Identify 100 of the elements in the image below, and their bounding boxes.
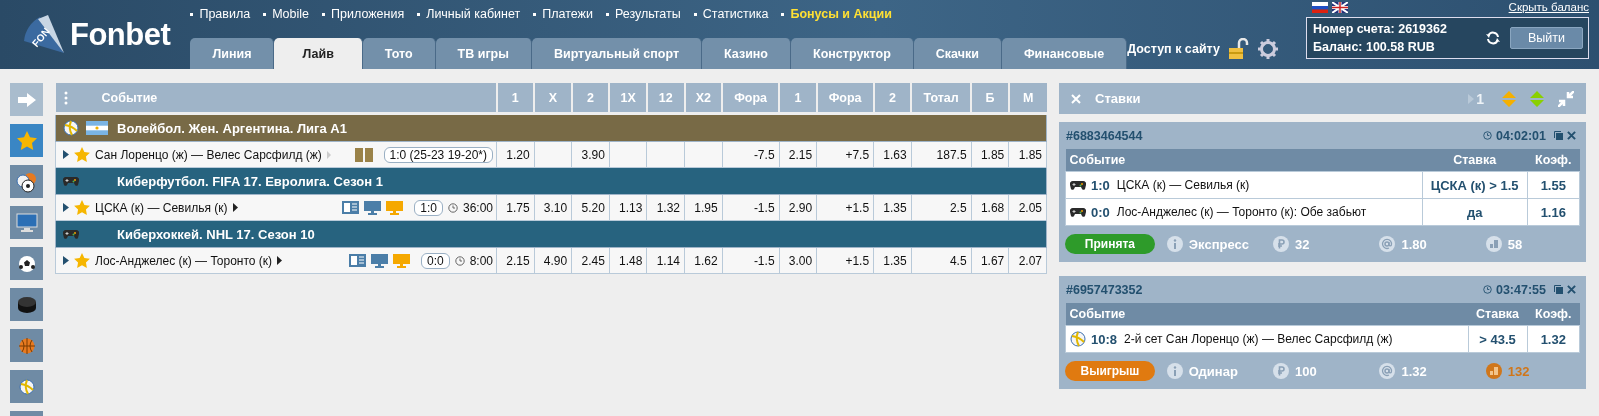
event-name[interactable]: Сан Лоренцо (ж) — Велес Сарсфилд (ж) bbox=[95, 147, 322, 162]
copy-icon[interactable] bbox=[1554, 285, 1563, 294]
score-badge: 1:0 (25-23 19-20*) bbox=[383, 146, 493, 163]
nav-link[interactable]: Правила bbox=[190, 7, 251, 21]
status-badge: Принята bbox=[1065, 234, 1155, 254]
refresh-icon[interactable] bbox=[1486, 31, 1500, 45]
bet-stake: > 43.5 bbox=[1479, 331, 1516, 347]
bet-time: 03:47:55 bbox=[1495, 282, 1546, 297]
live-score: 1:0 bbox=[1091, 177, 1110, 193]
stats-icon[interactable] bbox=[354, 147, 373, 162]
column-header: 12 bbox=[646, 83, 685, 114]
live-score: 10:8 bbox=[1091, 331, 1118, 347]
column-header: Фора bbox=[816, 83, 874, 114]
column-header: Событие bbox=[1069, 153, 1126, 167]
status-badge: Выигрыш bbox=[1065, 361, 1155, 381]
bet-event: Лос-Анджелес (к) — Торонто (к): Обе забьют bbox=[1116, 205, 1367, 219]
nav-link[interactable]: Статистика bbox=[693, 7, 769, 21]
account-number: Номер счета: 2619362 bbox=[1313, 22, 1448, 36]
bet-amount: 32 bbox=[1295, 236, 1310, 252]
clock-icon bbox=[447, 202, 458, 213]
column-header: 2 bbox=[873, 83, 912, 114]
monitor-icon[interactable] bbox=[370, 253, 388, 268]
column-header: Событие bbox=[1069, 307, 1126, 321]
nav-link[interactable]: Mobile bbox=[263, 7, 310, 21]
hide-balance-link[interactable]: Скрыть баланс bbox=[1508, 1, 1589, 13]
scoreboard-icon[interactable] bbox=[348, 254, 366, 267]
at-sign-icon bbox=[1379, 363, 1396, 379]
scoreboard-icon[interactable] bbox=[342, 201, 360, 214]
monitor-icon[interactable] bbox=[364, 200, 382, 215]
account-balance: Баланс: 100.58 RUB bbox=[1313, 40, 1436, 54]
bet-odds: 1.32 bbox=[1540, 331, 1566, 347]
logout-button[interactable]: Выйти bbox=[1510, 27, 1583, 49]
expand-icon[interactable] bbox=[63, 256, 69, 265]
monitor-icon bbox=[15, 212, 38, 233]
nav-link[interactable]: Результаты bbox=[605, 7, 681, 21]
league-header[interactable]: Киберфутбол. FIFA 17. Евролига. Сезон 1 bbox=[55, 167, 1047, 195]
bet-id: #6883464544 bbox=[1066, 128, 1143, 143]
ruble-icon bbox=[1273, 236, 1290, 252]
more-icon[interactable] bbox=[63, 90, 68, 105]
bet-event: 2-й сет Сан Лоренцо (ж) — Велес Сарсфилд (ж) bbox=[1124, 332, 1393, 346]
league-header[interactable]: Киберхоккей. NHL 17. Сезон 10 bbox=[55, 220, 1047, 248]
total-odds: 1.80 bbox=[1401, 236, 1427, 252]
clock-icon bbox=[454, 255, 465, 266]
total-odds: 1.32 bbox=[1401, 363, 1427, 379]
clock-icon bbox=[1482, 131, 1492, 140]
bet-odds: 1.55 bbox=[1540, 177, 1566, 193]
star-icon[interactable] bbox=[74, 253, 90, 268]
padlock-icon[interactable] bbox=[1228, 38, 1250, 60]
star-icon bbox=[16, 131, 37, 150]
match-time: 36:00 bbox=[462, 200, 493, 215]
sport-filter-button[interactable] bbox=[10, 247, 43, 280]
event-name[interactable]: ЦСКА (к) — Севилья (к) bbox=[95, 200, 228, 215]
soccer-ball-icon bbox=[17, 254, 36, 273]
british-flag-icon[interactable] bbox=[1332, 1, 1348, 13]
expand-icon[interactable] bbox=[63, 150, 69, 159]
column-header: Коэф. bbox=[1535, 153, 1572, 167]
score-badge: 1:0 bbox=[414, 199, 443, 216]
column-header: X2 bbox=[684, 83, 723, 114]
bet-odds: 1.16 bbox=[1540, 204, 1566, 220]
bet-type: Одинар bbox=[1188, 363, 1238, 379]
payout-icon bbox=[1485, 236, 1502, 252]
nav-link[interactable]: Приложения bbox=[322, 7, 405, 21]
close-icon[interactable] bbox=[1567, 131, 1576, 140]
sport-filter-button[interactable] bbox=[10, 165, 43, 198]
volleyball-icon bbox=[1070, 331, 1086, 347]
odds-value[interactable]: 4.5 bbox=[949, 253, 967, 268]
column-header: X bbox=[534, 83, 572, 114]
arrow-right-icon[interactable] bbox=[232, 203, 238, 212]
basketball-icon bbox=[18, 337, 35, 354]
nav-link[interactable]: Личный кабинет bbox=[417, 7, 521, 21]
live-score: 0:0 bbox=[1091, 204, 1110, 220]
odds-value[interactable]: 2.5 bbox=[949, 200, 967, 215]
expand-icon[interactable] bbox=[63, 203, 69, 212]
arrow-right-icon bbox=[17, 92, 36, 107]
column-header: Тотал bbox=[911, 83, 972, 114]
column-header: Б bbox=[971, 83, 1009, 114]
settings-icon[interactable] bbox=[1258, 39, 1278, 59]
at-sign-icon bbox=[1379, 236, 1396, 252]
event-name[interactable]: Лос-Анджелес (к) — Торонто (к) bbox=[95, 253, 273, 268]
nav-tab[interactable]: Лайв bbox=[274, 38, 363, 69]
close-icon[interactable] bbox=[1567, 285, 1576, 294]
star-icon[interactable] bbox=[74, 147, 90, 162]
star-icon[interactable] bbox=[74, 200, 90, 215]
league-title: Киберфутбол. FIFA 17. Евролига. Сезон 1 bbox=[117, 173, 383, 189]
column-header: 2 bbox=[571, 83, 610, 114]
league-title: Волейбол. Жен. Аргентина. Лига А1 bbox=[117, 120, 347, 136]
bet-id: #6957473352 bbox=[1066, 282, 1143, 297]
column-header: Фора bbox=[722, 83, 780, 114]
nav-link[interactable]: Бонусы и Акции bbox=[781, 7, 892, 21]
copy-icon[interactable] bbox=[1554, 131, 1563, 140]
league-title: Киберхоккей. NHL 17. Сезон 10 bbox=[117, 226, 315, 242]
russian-flag-icon[interactable] bbox=[1312, 1, 1328, 13]
match-time: 8:00 bbox=[469, 253, 493, 268]
bet-time: 04:02:01 bbox=[1495, 128, 1546, 143]
league-header[interactable]: Волейбол. Жен. Аргентина. Лига А1 bbox=[55, 113, 1047, 142]
logo-wordmark[interactable]: Fonbet bbox=[70, 16, 171, 53]
column-header: Коэф. bbox=[1535, 307, 1572, 321]
arrow-right-icon[interactable] bbox=[277, 256, 283, 265]
collapse-icon[interactable] bbox=[1558, 90, 1574, 107]
nav-link[interactable]: Платежи bbox=[533, 7, 593, 21]
